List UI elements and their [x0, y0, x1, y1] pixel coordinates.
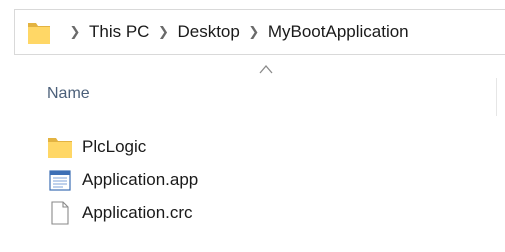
chevron-right-icon[interactable]: ❯ — [244, 24, 264, 40]
list-item-application-crc[interactable]: Application.crc — [47, 196, 487, 229]
column-divider[interactable] — [496, 78, 497, 116]
breadcrumb-desktop[interactable]: Desktop — [177, 22, 239, 42]
file-list: PlcLogic Application.app Application.crc — [47, 130, 487, 229]
file-name: Application.app — [82, 169, 199, 189]
address-bar[interactable]: ❯ This PC ❯ Desktop ❯ MyBootApplication — [14, 9, 505, 55]
list-item-plclogic[interactable]: PlcLogic — [47, 130, 487, 163]
breadcrumb-this-pc[interactable]: This PC — [89, 22, 149, 42]
folder-icon — [48, 137, 72, 158]
chevron-right-icon[interactable]: ❯ — [65, 24, 85, 40]
folder-icon — [28, 23, 50, 44]
file-name: Application.crc — [82, 202, 193, 222]
column-header-name[interactable]: Name — [47, 85, 90, 103]
chevron-right-icon[interactable]: ❯ — [153, 24, 173, 40]
breadcrumb-mybootapplication[interactable]: MyBootApplication — [268, 22, 409, 42]
sort-ascending-caret-icon — [259, 65, 273, 74]
file-name: PlcLogic — [82, 136, 147, 156]
app-file-icon — [49, 169, 71, 191]
blank-file-icon — [51, 200, 69, 225]
list-item-application-app[interactable]: Application.app — [47, 163, 487, 196]
breadcrumb: ❯ This PC ❯ Desktop ❯ MyBootApplication — [61, 10, 409, 54]
file-explorer-window: ❯ This PC ❯ Desktop ❯ MyBootApplication … — [0, 0, 505, 252]
